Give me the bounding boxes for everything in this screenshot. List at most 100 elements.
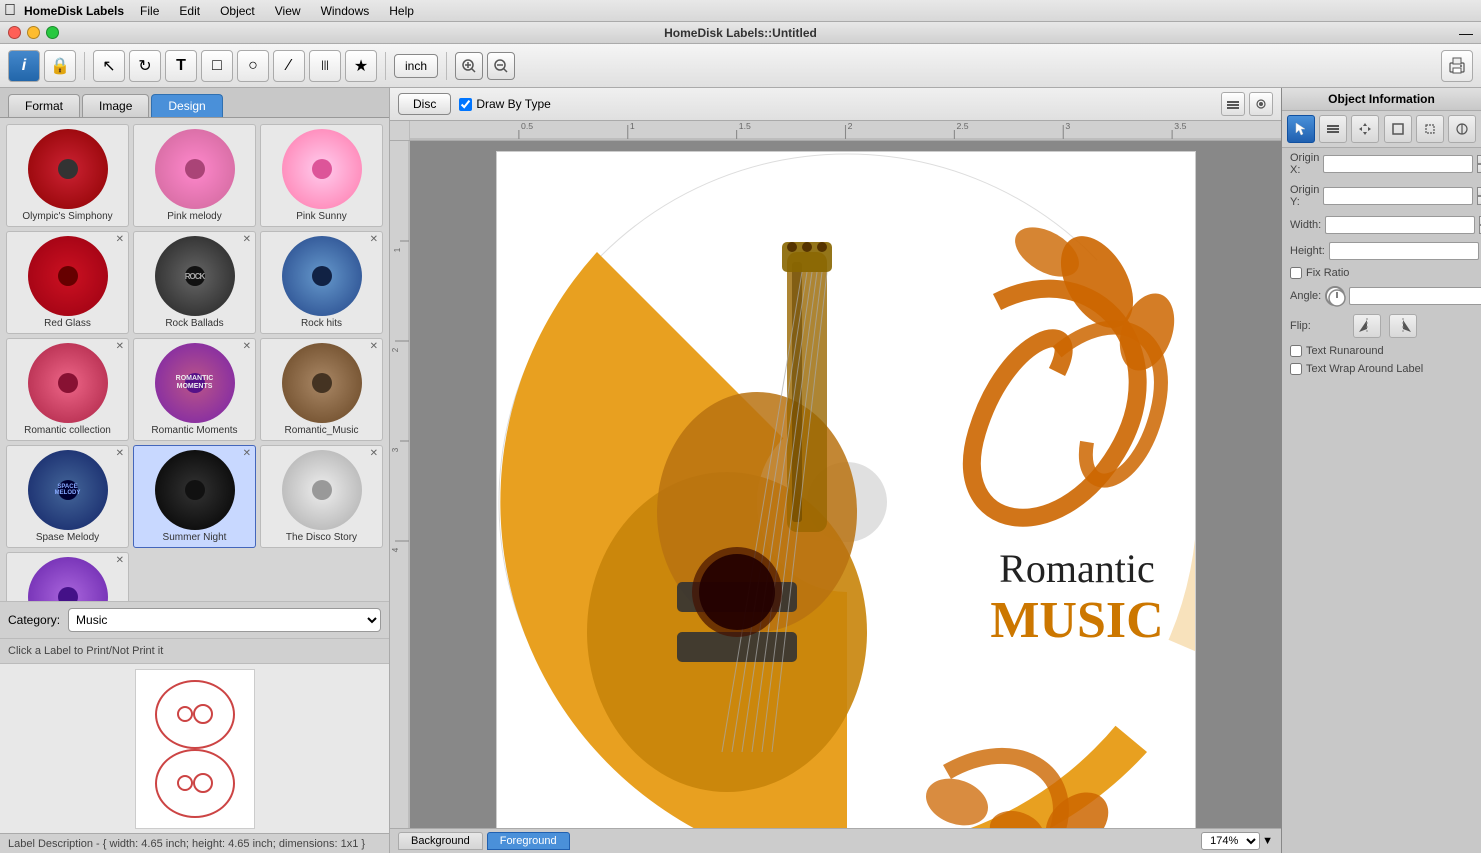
fix-ratio-checkbox[interactable]: [1290, 267, 1302, 279]
preview-disc-2: [155, 749, 235, 818]
tab-background[interactable]: Background: [398, 832, 483, 850]
origin-y-up[interactable]: ▲: [1477, 187, 1481, 196]
rect-tool[interactable]: □: [201, 50, 233, 82]
remove-design-icon[interactable]: ✕: [116, 555, 124, 566]
design-item[interactable]: ✕ SPACEMELODY Spase Melody: [6, 445, 129, 548]
design-item-summer-night[interactable]: ✕ Summer Night: [133, 445, 256, 548]
design-item[interactable]: ✕ The Disco Story: [260, 445, 383, 548]
angle-row: Angle: ▲ ▼: [1282, 282, 1481, 310]
print-info: Click a Label to Print/Not Print it: [0, 638, 389, 663]
design-item[interactable]: ✕ Violet by Step: [6, 552, 129, 601]
sep1: [84, 52, 85, 80]
width-input[interactable]: [1325, 216, 1475, 234]
design-item[interactable]: ✕ Romantic_Music: [260, 338, 383, 441]
remove-design-icon[interactable]: ✕: [116, 234, 124, 245]
origin-y-input[interactable]: [1323, 187, 1473, 205]
menu-edit[interactable]: Edit: [175, 2, 204, 20]
pointer-tool-icon[interactable]: [1287, 115, 1315, 143]
svg-text:1: 1: [630, 121, 635, 131]
menu-object[interactable]: Object: [216, 2, 259, 20]
disc-button[interactable]: Disc: [398, 93, 451, 115]
menu-windows[interactable]: Windows: [317, 2, 374, 20]
design-item[interactable]: ✕ Rock hits: [260, 231, 383, 334]
origin-x-down[interactable]: ▼: [1477, 164, 1481, 173]
text-runaround-checkbox[interactable]: [1290, 345, 1302, 357]
flip-vertical-button[interactable]: [1389, 314, 1417, 338]
remove-design-icon[interactable]: ✕: [243, 234, 251, 245]
design-item[interactable]: Pink Sunny: [260, 124, 383, 227]
design-item[interactable]: Pink melody: [133, 124, 256, 227]
stamp-tool[interactable]: ★: [345, 50, 377, 82]
category-select[interactable]: Music Nature Sports Business Abstract: [68, 608, 381, 632]
design-item[interactable]: ✕ ROCK Rock Ballads: [133, 231, 256, 334]
text-tool[interactable]: T: [165, 50, 197, 82]
menubar:  HomeDisk Labels File Edit Object View …: [0, 0, 1481, 22]
menu-view[interactable]: View: [271, 2, 305, 20]
collapse-icon[interactable]: —: [1459, 25, 1473, 41]
toolbar: i 🔒 ↖ ↻ T □ ○ ∕ ||| ★ inch: [0, 44, 1481, 88]
design-item[interactable]: Olympic's Simphony: [6, 124, 129, 227]
category-bar: Category: Music Nature Sports Business A…: [0, 601, 389, 638]
tab-format[interactable]: Format: [8, 94, 80, 117]
status-bar: Label Description - { width: 4.65 inch; …: [0, 833, 389, 853]
design-item[interactable]: ✕ Red Glass: [6, 231, 129, 334]
info-button[interactable]: i: [8, 50, 40, 82]
select-tool[interactable]: ↖: [93, 50, 125, 82]
svg-text:0.5: 0.5: [521, 121, 533, 131]
maximize-button[interactable]: [46, 26, 59, 39]
remove-design-icon[interactable]: ✕: [243, 341, 251, 352]
design-item[interactable]: ✕ Romantic collection: [6, 338, 129, 441]
angle-dial[interactable]: [1325, 286, 1345, 306]
remove-design-icon[interactable]: ✕: [370, 341, 378, 352]
ellipse-tool[interactable]: ○: [237, 50, 269, 82]
draw-by-type-checkbox[interactable]: [459, 98, 472, 111]
line-tool[interactable]: ∕: [273, 50, 305, 82]
tab-foreground[interactable]: Foreground: [487, 832, 570, 850]
barcode-tool[interactable]: |||: [309, 50, 341, 82]
print-button[interactable]: [1441, 50, 1473, 82]
svg-text:1.5: 1.5: [739, 121, 751, 131]
design-label: Pink Sunny: [296, 211, 347, 222]
resize-icon[interactable]: [1384, 115, 1412, 143]
origin-x-up[interactable]: ▲: [1477, 155, 1481, 164]
remove-design-icon[interactable]: ✕: [370, 234, 378, 245]
canvas-area: Disc Draw By Type: [390, 88, 1281, 853]
remove-design-icon[interactable]: ✕: [243, 448, 251, 459]
layer-icon[interactable]: [1319, 115, 1347, 143]
transform-icon[interactable]: [1416, 115, 1444, 143]
tab-image[interactable]: Image: [82, 94, 149, 117]
remove-design-icon[interactable]: ✕: [116, 448, 124, 459]
origin-x-stepper: ▲ ▼: [1477, 155, 1481, 173]
minimize-button[interactable]: [27, 26, 40, 39]
menu-help[interactable]: Help: [385, 2, 418, 20]
apple-menu[interactable]: : [4, 2, 16, 20]
origin-x-input[interactable]: [1323, 155, 1473, 173]
height-input[interactable]: [1329, 242, 1479, 260]
text-wrap-checkbox[interactable]: [1290, 363, 1302, 375]
close-button[interactable]: [8, 26, 21, 39]
left-panel: Format Image Design Olympic's Simphony P…: [0, 88, 390, 853]
remove-design-icon[interactable]: ✕: [116, 341, 124, 352]
view-icon[interactable]: [1249, 92, 1273, 116]
flip-horizontal-button[interactable]: [1353, 314, 1381, 338]
zoom-in-button[interactable]: [455, 52, 483, 80]
unit-button[interactable]: inch: [394, 54, 438, 78]
canvas-container[interactable]: Romantic MUSIC: [410, 141, 1281, 828]
design-item[interactable]: ✕ ROMANTICMOMENTS Romantic Moments: [133, 338, 256, 441]
zoom-out-button[interactable]: [487, 52, 515, 80]
lock-button[interactable]: 🔒: [44, 50, 76, 82]
origin-y-down[interactable]: ▼: [1477, 196, 1481, 205]
remove-design-icon[interactable]: ✕: [370, 448, 378, 459]
move-icon[interactable]: [1351, 115, 1379, 143]
tab-design[interactable]: Design: [151, 94, 222, 117]
design-label: Romantic collection: [24, 425, 111, 436]
origin-x-label: Origin X:: [1290, 152, 1319, 176]
svg-text:4: 4: [391, 547, 400, 552]
angle-input[interactable]: [1349, 287, 1481, 305]
zoom-select[interactable]: 174% 100% 150% 200%: [1201, 832, 1260, 850]
menu-file[interactable]: File: [136, 2, 163, 20]
text-runaround-row: Text Runaround: [1282, 342, 1481, 360]
effects-icon[interactable]: [1448, 115, 1476, 143]
rotate-tool[interactable]: ↻: [129, 50, 161, 82]
layers-icon[interactable]: [1221, 92, 1245, 116]
